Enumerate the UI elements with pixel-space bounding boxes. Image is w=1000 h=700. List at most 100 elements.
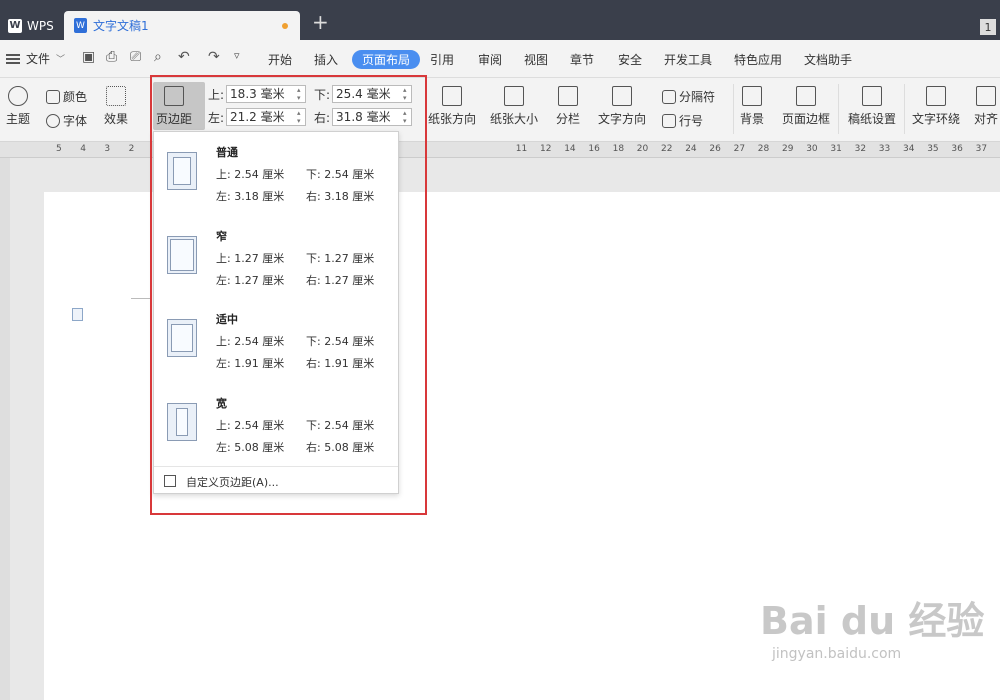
export-pdf-icon[interactable]: ⎙: [106, 49, 117, 65]
paper-size-button[interactable]: 纸张大小: [490, 86, 538, 127]
theme-label: 主题: [6, 112, 31, 126]
new-tab-button[interactable]: +: [312, 12, 329, 32]
ruler-tick-label: 26: [709, 144, 721, 154]
effect-label: 效果: [104, 112, 129, 126]
baidu-watermark-url: jingyan.baidu.com: [772, 646, 902, 662]
ruler-tick-label: 32: [854, 144, 867, 154]
orientation-button[interactable]: 纸张方向: [428, 86, 476, 127]
align-label: 对齐: [974, 112, 999, 126]
menu-page-layout[interactable]: 页面布局: [352, 50, 421, 69]
ruler-tick-label: 18: [612, 144, 625, 154]
ruler-tick-label: 5: [56, 144, 62, 154]
text-wrap-button[interactable]: 文字环绕: [912, 86, 960, 127]
baidu-watermark: Bai du 经验: [760, 599, 985, 643]
background-label: 背景: [740, 112, 765, 126]
wps-home-tab[interactable]: W WPS: [0, 11, 60, 40]
theme-button[interactable]: 主题: [6, 86, 30, 127]
columns-label: 分栏: [556, 112, 581, 126]
file-menu[interactable]: 文件 ﹀: [6, 50, 65, 67]
paper-size-label: 纸张大小: [490, 112, 539, 126]
ribbon-divider: [838, 84, 839, 134]
draft-grid-icon: [862, 86, 882, 106]
page-border-icon: [796, 86, 816, 106]
menu-doc-assistant[interactable]: 文档助手: [804, 51, 852, 68]
background-icon: [742, 86, 762, 106]
ribbon-divider: [904, 84, 905, 134]
text-direction-button[interactable]: 文字方向: [598, 86, 646, 127]
paper-size-icon: [504, 86, 524, 106]
paragraph-layout-icon[interactable]: [72, 308, 83, 321]
page-border-button[interactable]: 页面边框: [782, 86, 830, 127]
font-label: 字体: [63, 114, 88, 128]
ruler-tick-label: 11: [515, 144, 528, 154]
color-label: 颜色: [63, 90, 88, 104]
align-icon: [976, 86, 996, 106]
columns-button[interactable]: 分栏: [556, 86, 580, 127]
save-icon[interactable]: ▣: [82, 49, 95, 65]
window-count-badge[interactable]: 1: [980, 19, 996, 35]
document-icon: W: [74, 18, 87, 33]
draft-paper-label: 稿纸设置: [848, 112, 897, 126]
ruler-tick-label: 35: [927, 144, 939, 154]
ruler-tick-label: 37: [975, 144, 988, 154]
menu-special-apps[interactable]: 特色应用: [734, 51, 782, 68]
palette-icon: [8, 86, 28, 106]
print-preview-icon[interactable]: ⌕: [154, 49, 162, 65]
align-button[interactable]: 对齐: [974, 86, 998, 127]
chevron-down-icon: ﹀: [56, 55, 66, 65]
highlight-annotation-box: [150, 75, 427, 515]
unsaved-dot-icon: [282, 23, 288, 29]
font-icon: [46, 113, 60, 128]
ruler-tick-label: 31: [830, 144, 842, 154]
vertical-ruler[interactable]: [0, 158, 10, 700]
ruler-tick-label: 16: [588, 144, 600, 154]
hamburger-icon: [6, 53, 20, 64]
ruler-tick-label: 27: [733, 144, 746, 154]
ruler-tick-label: 34: [903, 144, 915, 154]
text-direction-icon: [612, 86, 632, 106]
menu-chapter[interactable]: 章节: [570, 51, 594, 68]
title-bar: W WPS W 文字文稿1 + 1: [0, 0, 1000, 40]
color-button[interactable]: 颜色: [46, 88, 87, 105]
menu-security[interactable]: 安全: [618, 51, 642, 68]
redo-icon[interactable]: ↷: [208, 49, 220, 65]
ruler-tick-label: 3: [104, 144, 111, 154]
line-number-button[interactable]: 行号: [662, 112, 703, 129]
separator-button[interactable]: 分隔符: [662, 88, 715, 105]
ribbon-divider: [733, 84, 734, 134]
background-button[interactable]: 背景: [740, 86, 764, 127]
file-menu-label: 文件: [26, 52, 51, 66]
undo-icon[interactable]: ↶: [178, 49, 190, 65]
text-wrap-label: 文字环绕: [912, 112, 961, 126]
menu-review[interactable]: 审阅: [478, 51, 502, 68]
color-grid-icon: [46, 89, 60, 104]
ruler-tick-label: 28: [757, 144, 770, 154]
menu-view[interactable]: 视图: [524, 51, 548, 68]
wps-tab-label: WPS: [27, 18, 54, 33]
line-number-icon: [662, 113, 676, 128]
ruler-tick-label: 4: [80, 144, 86, 154]
draft-paper-button[interactable]: 稿纸设置: [848, 86, 896, 127]
line-number-label: 行号: [679, 114, 704, 128]
ruler-tick-label: 20: [636, 144, 649, 154]
ruler-tick-label: 14: [564, 144, 576, 154]
ruler-tick-label: 36: [951, 144, 963, 154]
font-button[interactable]: 字体: [46, 112, 87, 129]
ruler-tick-label: 29: [782, 144, 794, 154]
document-tab-label: 文字文稿1: [93, 19, 149, 33]
effect-button[interactable]: 效果: [104, 86, 128, 127]
menu-developer[interactable]: 开发工具: [664, 51, 712, 68]
print-icon[interactable]: ⎚: [130, 49, 141, 65]
ruler-tick-label: 12: [540, 144, 552, 154]
separator-icon: [662, 89, 676, 104]
orientation-icon: [442, 86, 462, 106]
menu-insert[interactable]: 插入: [314, 51, 338, 68]
menu-references[interactable]: 引用: [430, 51, 454, 68]
menu-start[interactable]: 开始: [268, 51, 292, 68]
margin-corner-mark: [131, 298, 151, 299]
document-tab[interactable]: W 文字文稿1: [64, 11, 300, 40]
customize-toolbar-icon[interactable]: ▿: [234, 49, 240, 62]
wps-logo-icon: W: [8, 18, 22, 33]
page-border-label: 页面边框: [782, 112, 831, 126]
columns-icon: [558, 86, 578, 106]
